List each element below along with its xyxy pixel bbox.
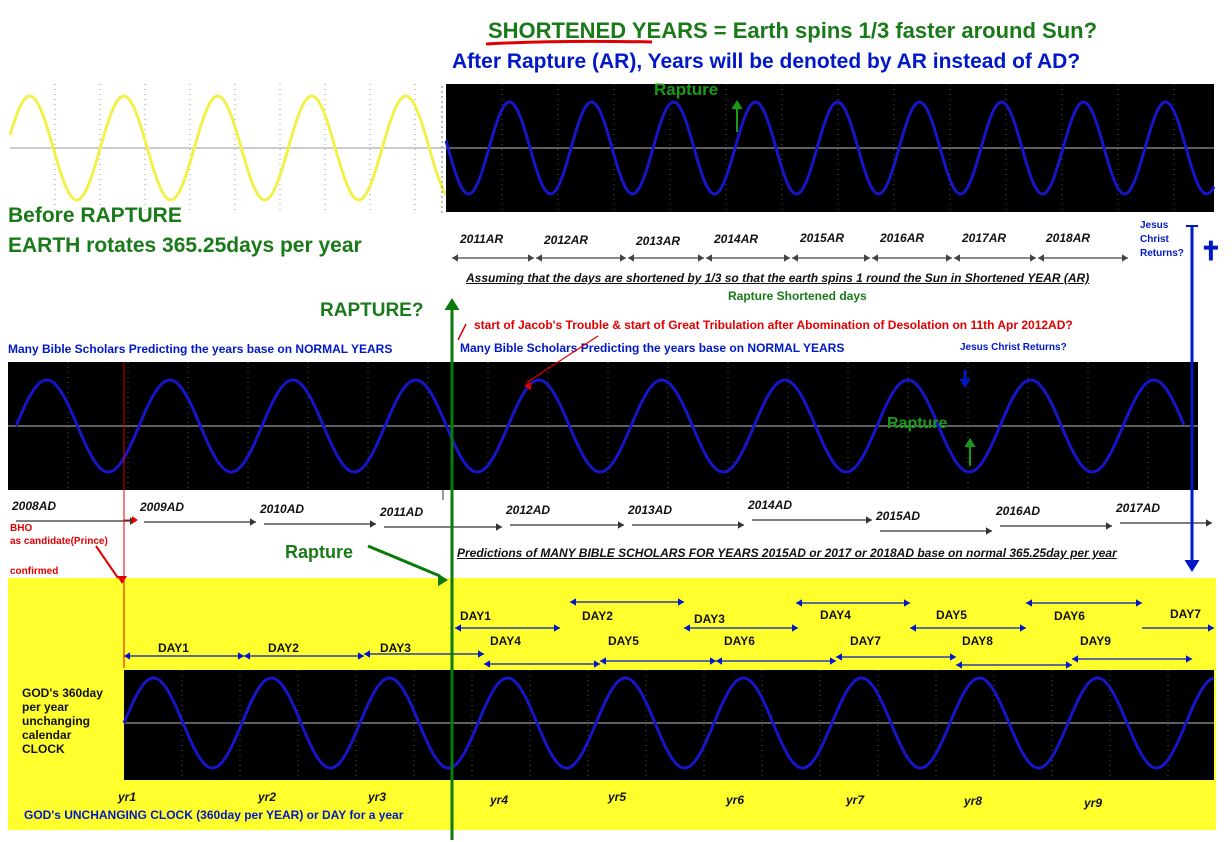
- arrow-head: [455, 624, 461, 632]
- arrow-head: [524, 381, 531, 391]
- arrow-head: [484, 660, 490, 668]
- arrow-head: [910, 624, 916, 632]
- arrow-head: [117, 576, 127, 584]
- arrow-head: [570, 598, 576, 606]
- arrow-head: [124, 652, 130, 660]
- arrow-head: [364, 650, 370, 658]
- arrow-head: [370, 520, 376, 528]
- arrow-head: [478, 650, 484, 658]
- arrow-head: [496, 523, 502, 531]
- arrow-head: [1206, 519, 1212, 527]
- arrow-head: [238, 652, 244, 660]
- arrow-head: [600, 657, 606, 665]
- jacob-pointer-line: [525, 335, 599, 384]
- arrow-head: [1184, 560, 1200, 572]
- arrow-head: [710, 657, 716, 665]
- arrow-head: [618, 521, 624, 529]
- covenant-arrow-line: [95, 545, 119, 579]
- arrow-head: [1136, 599, 1142, 607]
- arrow-head: [684, 624, 690, 632]
- arrow-head: [594, 660, 600, 668]
- arrow-head: [1020, 624, 1026, 632]
- arrow-head: [132, 516, 138, 524]
- arrow-head: [1066, 661, 1072, 669]
- arrow-head: [950, 653, 956, 661]
- arrow-head: [716, 657, 722, 665]
- arrow-head: [438, 573, 448, 587]
- arrow-head: [986, 527, 992, 535]
- rapture-diagonal-arrow: [367, 544, 441, 578]
- arrow-head: [956, 661, 962, 669]
- arrow-head: [444, 298, 460, 310]
- arrow-head: [738, 521, 744, 529]
- arrow-head: [1208, 624, 1214, 632]
- arrow-head: [358, 652, 364, 660]
- arrow-head: [830, 657, 836, 665]
- arrow-head: [678, 598, 684, 606]
- arrow-head: [1186, 655, 1192, 663]
- arrow-head: [554, 624, 560, 632]
- arrow-head: [1026, 599, 1032, 607]
- jacob-arrow-line: [457, 323, 467, 341]
- arrow-head: [250, 518, 256, 526]
- arrow-head: [796, 599, 802, 607]
- arrow-head: [1106, 522, 1112, 530]
- arrow-head: [866, 516, 872, 524]
- arrow-head: [244, 652, 250, 660]
- arrow-head: [904, 599, 910, 607]
- arrow-head: [836, 653, 842, 661]
- arrow-head: [1072, 655, 1078, 663]
- arrow-head: [792, 624, 798, 632]
- overlay-annotations: [16, 86, 1214, 840]
